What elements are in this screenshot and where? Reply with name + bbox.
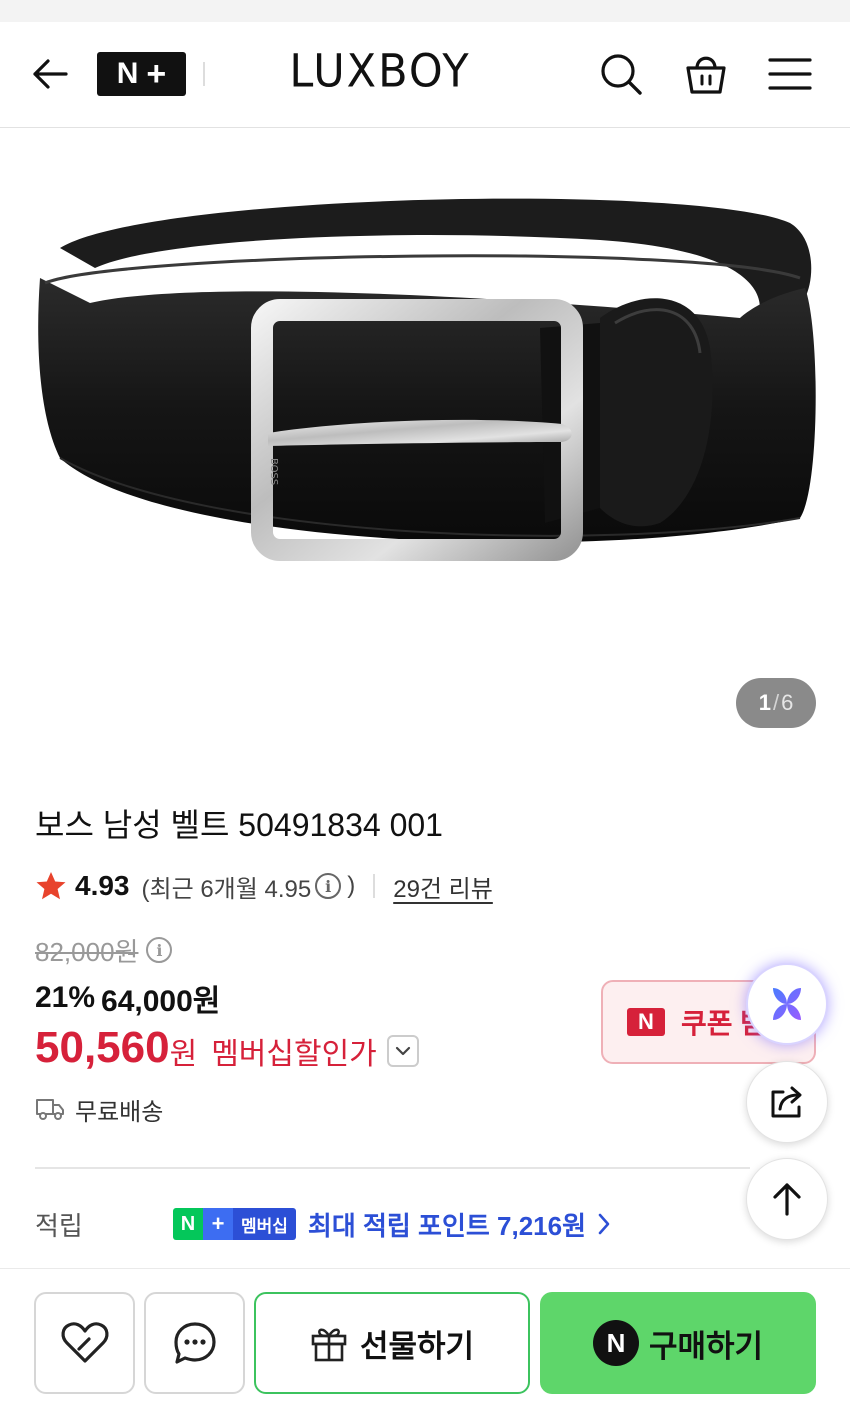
- nplus-plus: +: [146, 55, 167, 93]
- arrow-up-icon: [773, 1183, 801, 1216]
- share-button[interactable]: [746, 1061, 828, 1143]
- product-image-gallery[interactable]: BOSS 1 / 6: [0, 128, 850, 758]
- search-icon: [601, 54, 642, 95]
- membership-price-label: 멤버십할인가: [211, 1038, 377, 1071]
- nplus-n: N: [116, 57, 139, 90]
- gift-icon: [311, 1328, 347, 1362]
- review-count-link[interactable]: 29건 리뷰: [393, 869, 493, 904]
- rating-score: 4.93: [75, 870, 130, 901]
- heart-icon: [61, 1322, 108, 1363]
- chat-icon: [173, 1322, 216, 1364]
- sale-price-row: 21% 64,000원: [35, 978, 220, 1018]
- status-strip: [0, 0, 850, 22]
- ai-assistant-icon: [773, 988, 801, 1020]
- membership-price: 50,560: [35, 1023, 170, 1072]
- buy-button[interactable]: N 구매하기: [540, 1292, 816, 1394]
- search-button[interactable]: [597, 50, 645, 98]
- section-divider: [35, 1167, 750, 1169]
- rating-row: 4.93 (최근 6개월 4.95 i ) 29건 리뷰: [35, 868, 493, 904]
- buy-button-label: 구매하기: [648, 1328, 764, 1364]
- membership-price-unit: 원: [169, 1038, 198, 1071]
- current-image-number: 1: [758, 690, 771, 715]
- price-info-icon[interactable]: i: [146, 937, 173, 963]
- page-separator: /: [772, 690, 780, 715]
- membership-price-toggle[interactable]: [386, 1035, 419, 1067]
- recent-rating: (최근 6개월 4.95 i ): [142, 869, 356, 904]
- nplus-mini-plus: +: [203, 1208, 233, 1240]
- share-icon: [771, 1086, 802, 1118]
- points-row[interactable]: 적립 N + 멤버십 최대 적립 포인트 7,216원: [35, 1204, 735, 1244]
- menu-button[interactable]: [766, 50, 814, 98]
- product-title: 보스 남성 벨트 50491834 001: [35, 807, 443, 843]
- shipping-row: 무료배송: [35, 1092, 163, 1126]
- header-divider: [203, 62, 205, 86]
- belt-product-image: BOSS: [38, 198, 816, 561]
- shopping-bag-icon: [686, 56, 726, 94]
- wishlist-button[interactable]: [34, 1292, 135, 1394]
- image-page-indicator: 1 / 6: [736, 678, 816, 728]
- brand-logo[interactable]: LUXBOY: [284, 45, 476, 100]
- talk-talk-button[interactable]: [144, 1292, 245, 1394]
- gift-button-label: 선물하기: [359, 1328, 475, 1364]
- membership-price-row: 50,560 원 멤버십할인가: [35, 1020, 419, 1076]
- buckle-engraving: BOSS: [268, 458, 279, 485]
- rating-divider: [373, 874, 376, 898]
- nplus-store-badge[interactable]: N +: [97, 52, 186, 96]
- discount-percent: 21%: [35, 981, 96, 1014]
- scroll-to-top-button[interactable]: [746, 1158, 828, 1240]
- points-label: 적립: [35, 1210, 83, 1241]
- recent-rating-close: ): [347, 872, 356, 899]
- back-button[interactable]: [28, 52, 72, 96]
- truck-icon: [36, 1099, 64, 1120]
- bottom-bar-divider: [0, 1268, 850, 1269]
- total-image-count: 6: [781, 690, 794, 715]
- original-price: 82,000원: [35, 936, 139, 967]
- nplus-membership-badge: N + 멤버십: [173, 1208, 296, 1240]
- recent-rating-text: (최근 6개월 4.95: [141, 875, 312, 903]
- original-price-row: 82,000원 i: [35, 932, 178, 968]
- naver-pay-n-logo: N: [592, 1320, 639, 1366]
- shipping-text: 무료배송: [75, 1098, 164, 1126]
- back-arrow-icon: [33, 59, 68, 89]
- sale-price: 64,000원: [101, 985, 221, 1018]
- ai-assistant-button[interactable]: [746, 963, 828, 1045]
- star-icon: [36, 872, 66, 900]
- max-points-text: 최대 적립 포인트 7,216원: [307, 1210, 587, 1241]
- chevron-right-icon: [598, 1213, 610, 1235]
- top-header: N + LUXBOY: [0, 22, 850, 128]
- gift-button[interactable]: 선물하기: [254, 1292, 530, 1394]
- nplus-mini-n: N: [173, 1208, 203, 1240]
- chevron-down-icon: [395, 1046, 410, 1056]
- membership-badge-text: 멤버십: [233, 1208, 296, 1240]
- naver-n-logo: N: [627, 1008, 665, 1036]
- cart-button[interactable]: [682, 50, 730, 98]
- info-icon[interactable]: i: [315, 873, 342, 899]
- hamburger-menu-icon: [768, 58, 812, 90]
